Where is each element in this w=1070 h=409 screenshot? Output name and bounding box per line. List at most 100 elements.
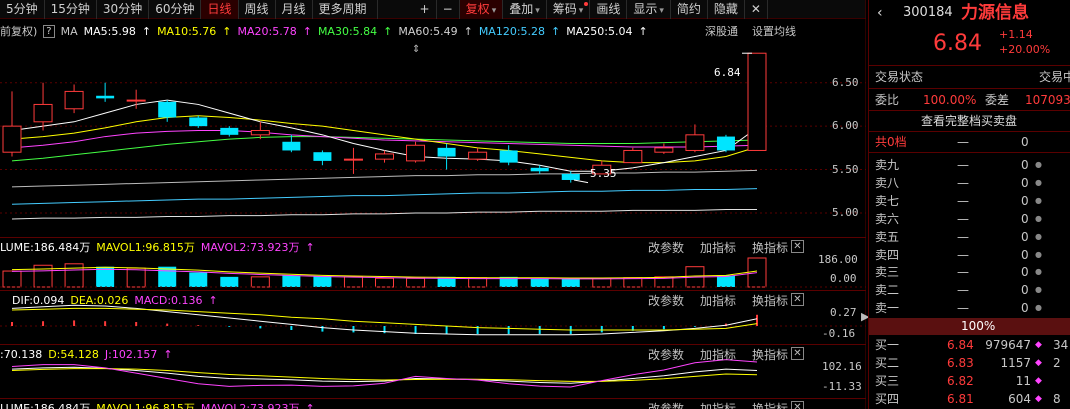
period-tab-3[interactable]: 60分钟 bbox=[149, 0, 202, 19]
edit-params-button[interactable]: 改参数 bbox=[648, 239, 684, 256]
d-label: D:54.128 bbox=[48, 347, 99, 361]
price-axis-label: 6.00 bbox=[832, 119, 859, 133]
help-icon[interactable]: ? bbox=[43, 24, 55, 38]
ma-legend-row: 前复权) ? MA MA5:5.98 ↑ MA10:5.76 ↑ MA20:5.78 ↑ M… bbox=[0, 22, 866, 40]
buy-level-price: 6.82 bbox=[947, 374, 974, 388]
sell-level-vol: 0 bbox=[1021, 158, 1029, 172]
full-book-button[interactable]: 查看完整档买卖盘 bbox=[921, 112, 1017, 130]
add-indicator-button[interactable]: 加指标 bbox=[700, 292, 736, 309]
close-window-icon[interactable]: ✕ bbox=[745, 0, 768, 19]
add-indicator-button[interactable]: 加指标 bbox=[700, 239, 736, 256]
close-icon[interactable]: ✕ bbox=[791, 293, 804, 306]
ma250-line bbox=[11, 209, 757, 220]
edit-params-button[interactable]: 改参数 bbox=[648, 400, 684, 409]
buy-level-row[interactable]: 买三 6.82 11 ◆ bbox=[869, 372, 1070, 390]
switch-indicator-button[interactable]: 换指标 bbox=[752, 346, 788, 363]
drag-handle-icon[interactable]: ⇕ bbox=[412, 44, 420, 55]
close-icon[interactable]: ✕ bbox=[791, 347, 804, 360]
sell-level-row[interactable]: 卖九 — 0 ● bbox=[869, 156, 1070, 174]
kdj-axis-bottom: -11.33 bbox=[822, 380, 862, 393]
volume-bar bbox=[2, 270, 22, 288]
candle-body bbox=[189, 117, 208, 127]
volume-bar bbox=[189, 272, 208, 287]
period-tab-1[interactable]: 15分钟 bbox=[45, 0, 97, 19]
period-tab-0[interactable]: 5分钟 bbox=[0, 0, 45, 19]
sell-level-row[interactable]: 卖一 — 0 ● bbox=[869, 299, 1070, 317]
buy-level-row[interactable]: 买二 6.83 1157 ◆ 2 bbox=[869, 354, 1070, 372]
period-tab-6[interactable]: 月线 bbox=[276, 0, 313, 19]
kdj-header: :70.138 D:54.128 J:102.157 ↑ 改参数 加指标 换指标… bbox=[0, 346, 866, 362]
macd-axis-bottom: -0.16 bbox=[822, 327, 856, 340]
candle-body bbox=[530, 167, 549, 172]
tool-button-4[interactable]: 筹码 ▾ bbox=[547, 0, 591, 19]
sgt-link[interactable]: 深股通 bbox=[705, 23, 738, 39]
sell-level-row[interactable]: 卖三 — 0 ● bbox=[869, 263, 1070, 281]
tool-button-1[interactable]: − bbox=[437, 0, 460, 19]
tool-button-5[interactable]: 画线 bbox=[590, 0, 628, 19]
add-indicator-button[interactable]: 加指标 bbox=[700, 400, 736, 409]
volume2-title: LUME:186.484万 bbox=[0, 402, 91, 409]
sell-level-vol: 0 bbox=[1021, 211, 1029, 226]
back-chevron-icon[interactable]: ‹ bbox=[877, 2, 883, 24]
close-icon[interactable]: ✕ bbox=[791, 401, 804, 409]
dot-icon: ● bbox=[1035, 249, 1042, 259]
sell-level-label: 卖二 bbox=[875, 283, 900, 298]
d-line bbox=[11, 368, 758, 382]
volume-bar bbox=[499, 276, 518, 287]
switch-indicator-button[interactable]: 换指标 bbox=[752, 400, 788, 409]
sell-level-row[interactable]: 卖二 — 0 ● bbox=[869, 281, 1070, 299]
close-icon[interactable]: ✕ bbox=[791, 240, 804, 253]
candle-body bbox=[2, 125, 22, 153]
vol-ma1-line bbox=[11, 266, 758, 279]
mavol2-label: MAVOL2:73.923万 bbox=[200, 402, 300, 409]
ma-item-3: MA30:5.84 bbox=[317, 24, 378, 38]
period-tab-5[interactable]: 周线 bbox=[239, 0, 276, 19]
buy-level-label: 买四 bbox=[875, 392, 900, 406]
ma-settings-button[interactable]: 设置均线 bbox=[752, 23, 796, 39]
buy-level-label: 买三 bbox=[875, 374, 900, 388]
total-levels-label: 共0档 bbox=[875, 135, 907, 149]
tool-button-2[interactable]: 复权 ▾ bbox=[459, 0, 504, 19]
dot-icon: ● bbox=[1035, 285, 1042, 295]
edit-params-button[interactable]: 改参数 bbox=[648, 292, 684, 309]
tool-button-0[interactable]: + bbox=[414, 0, 437, 19]
sell-level-row[interactable]: 卖四 — 0 ● bbox=[869, 246, 1070, 264]
period-tab-7[interactable]: 更多周期 bbox=[313, 0, 378, 19]
mavol2-label: MAVOL2:73.923万 bbox=[200, 241, 300, 254]
period-tab-2[interactable]: 30分钟 bbox=[97, 0, 150, 19]
buy-level-extra: 34 bbox=[1053, 338, 1069, 352]
tool-button-6[interactable]: 显示 ▾ bbox=[627, 0, 671, 19]
tool-button-7[interactable]: 简约 bbox=[671, 0, 708, 19]
ma5-line bbox=[11, 99, 758, 172]
sell-level-vol: 0 bbox=[1021, 283, 1029, 298]
dif-label: DIF:0.094 bbox=[12, 293, 65, 307]
candle-body bbox=[96, 95, 115, 99]
sell-level-price: — bbox=[957, 175, 969, 190]
macd-axis-top: 0.27 bbox=[830, 306, 857, 319]
mavol1-label: MAVOL1:96.815万 bbox=[96, 402, 195, 409]
tool-button-3[interactable]: 叠加 ▾ bbox=[503, 0, 547, 19]
tool-button-8[interactable]: 隐藏 bbox=[708, 0, 745, 19]
sell-level-row[interactable]: 卖八 — 0 ● bbox=[869, 174, 1070, 192]
sell-level-row[interactable]: 卖五 — 0 ● bbox=[869, 228, 1070, 246]
sell-level-row[interactable]: 卖七 — 0 ● bbox=[869, 192, 1070, 210]
period-tab-4[interactable]: 日线 bbox=[201, 0, 239, 19]
buy-level-row[interactable]: 买一 6.84 979647 ◆ 34 bbox=[869, 336, 1070, 354]
edit-params-button[interactable]: 改参数 bbox=[648, 346, 684, 363]
caret-down-icon: ▾ bbox=[659, 6, 664, 16]
sell-level-row[interactable]: 卖六 — 0 ● bbox=[869, 210, 1070, 228]
sell-level-label: 卖五 bbox=[875, 229, 900, 244]
volume-bar bbox=[282, 275, 301, 287]
switch-indicator-button[interactable]: 换指标 bbox=[752, 239, 788, 256]
volume-bar bbox=[343, 276, 363, 288]
ma120-line bbox=[11, 188, 758, 205]
volume-bar bbox=[126, 267, 146, 288]
candle-body bbox=[468, 151, 488, 160]
buy-level-row[interactable]: 买四 6.81 604 ◆ 8 bbox=[869, 390, 1070, 408]
price-change: +1.14 bbox=[999, 28, 1033, 41]
candle-body bbox=[64, 90, 84, 110]
sell-level-price: — bbox=[957, 229, 969, 244]
sell-level-label: 卖四 bbox=[875, 247, 900, 262]
add-indicator-button[interactable]: 加指标 bbox=[700, 346, 736, 363]
switch-indicator-button[interactable]: 换指标 bbox=[752, 292, 788, 309]
